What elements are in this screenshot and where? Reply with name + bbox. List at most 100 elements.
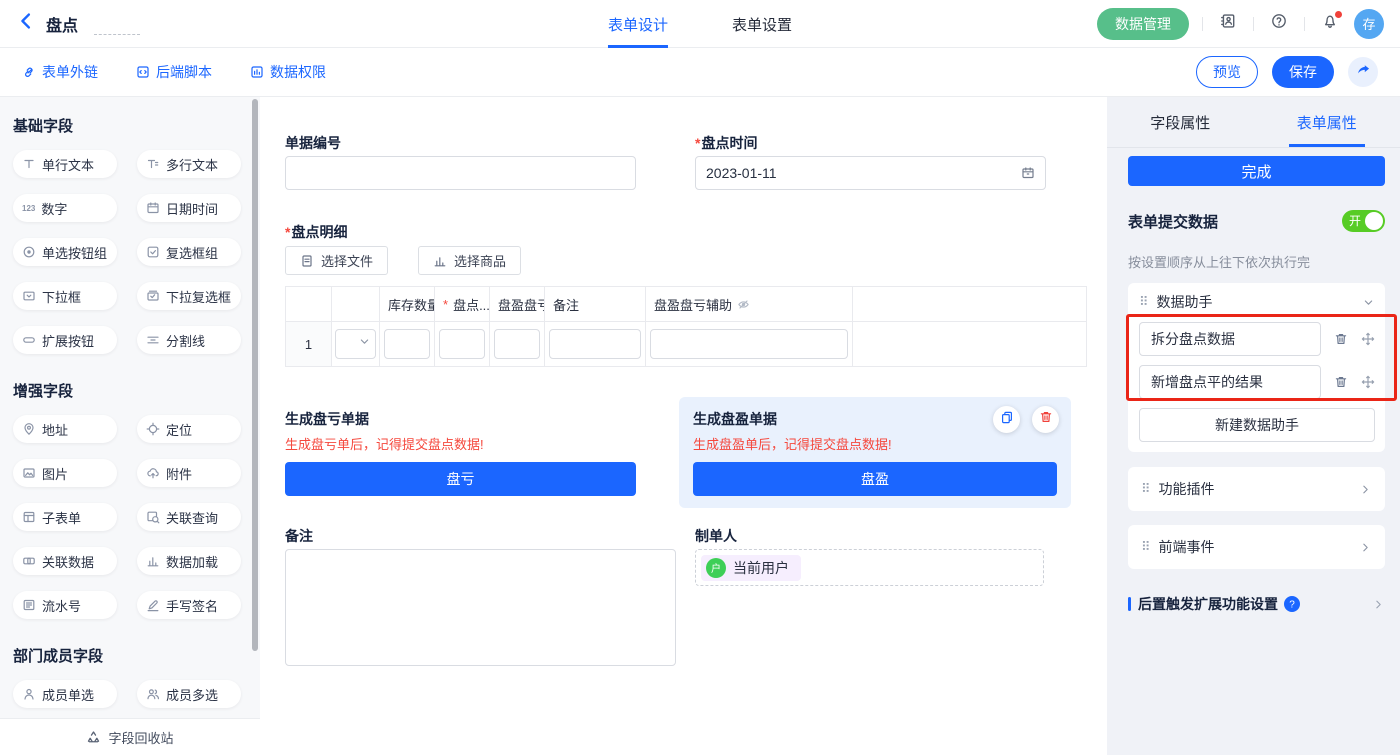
back-button[interactable] [16, 11, 36, 36]
table-header-cell [853, 287, 1087, 322]
header-tab[interactable]: 表单设置 [732, 0, 792, 48]
help-icon[interactable] [1267, 12, 1291, 36]
share-icon [1356, 62, 1371, 82]
chevron-down-icon[interactable] [1362, 296, 1375, 309]
field-creator[interactable]: 制单人 户 当前用户 [695, 526, 1044, 666]
post-trigger-settings[interactable]: 后置触发扩展功能设置 ? [1128, 594, 1385, 614]
sidebar-field-item[interactable]: 复选框组 [137, 238, 241, 266]
sidebar-field-item[interactable]: 单选按钮组 [13, 238, 117, 266]
frontend-event-card[interactable]: ⠿ 前端事件 [1128, 525, 1385, 569]
save-button[interactable]: 保存 [1272, 56, 1334, 88]
sidebar-field-item[interactable]: 下拉复选框 [137, 282, 241, 310]
move-icon[interactable] [1361, 332, 1375, 346]
properties-tab[interactable]: 字段属性 [1107, 97, 1254, 147]
form-description-placeholder[interactable] [94, 13, 140, 35]
submit-data-toggle[interactable]: 开 [1342, 210, 1385, 232]
table-header-cell: *盘点... [435, 287, 490, 322]
toolbar-link[interactable]: 数据权限 [250, 62, 326, 82]
question-circle-icon[interactable]: ? [1284, 596, 1300, 612]
properties-tab[interactable]: 表单属性 [1254, 97, 1400, 147]
multi-select-icon [146, 289, 160, 303]
done-button[interactable]: 完成 [1128, 156, 1385, 186]
row-cell-input[interactable] [494, 329, 540, 359]
drag-handle-icon[interactable]: ⠿ [1139, 294, 1148, 310]
toolbar-link[interactable]: 表单外链 [22, 62, 98, 82]
sidebar-field-item[interactable]: 单行文本 [13, 150, 117, 178]
sidebar-field-item[interactable]: 成员多选 [137, 680, 241, 708]
data-manage-button[interactable]: 数据管理 [1097, 8, 1189, 40]
app-root: 盘点 表单设计表单设置 数据管理 存 表单外链后端脚本数据权限 预览 保存 基础… [0, 0, 1400, 755]
trash-icon[interactable] [1334, 375, 1348, 389]
sidebar-field-item[interactable]: 成员单选 [13, 680, 117, 708]
sidebar-field-item[interactable]: 定位 [137, 415, 241, 443]
profit-hint-text: 生成盘盈单后，记得提交盘点数据! [693, 434, 1057, 453]
preview-button[interactable]: 预览 [1196, 56, 1258, 88]
toolbar-link[interactable]: 后端脚本 [136, 62, 212, 82]
row-cell-input[interactable] [384, 329, 430, 359]
script-icon [136, 65, 150, 79]
drag-handle-icon[interactable]: ⠿ [1141, 481, 1150, 497]
sidebar-field-item[interactable]: 数据加载 [137, 547, 241, 575]
form-title[interactable]: 盘点 [46, 12, 78, 36]
row-cell-input[interactable] [549, 329, 641, 359]
row-select-input[interactable] [335, 329, 376, 359]
data-helper-header[interactable]: ⠿ 数据助手 [1139, 291, 1375, 313]
check-time-input[interactable]: 2023-01-11 [695, 156, 1046, 190]
field-recycle-button[interactable]: 字段回收站 [0, 718, 260, 755]
field-doc-no[interactable]: 单据编号 [285, 133, 636, 190]
copy-field-button[interactable] [993, 406, 1020, 433]
field-remark[interactable]: 备注 [285, 526, 676, 666]
new-data-helper-button[interactable]: 新建数据助手 [1139, 408, 1375, 442]
field-item-label: 关联查询 [166, 508, 218, 527]
current-user-tag[interactable]: 户 当前用户 [701, 555, 801, 581]
sidebar-field-item[interactable]: 关联查询 [137, 503, 241, 531]
calendar-icon [1021, 166, 1035, 180]
doc-no-input[interactable] [285, 156, 636, 190]
sidebar-scrollbar[interactable] [252, 99, 258, 651]
share-button[interactable] [1348, 57, 1378, 87]
select-file-label: 选择文件 [321, 251, 373, 270]
field-item-label: 多行文本 [166, 155, 218, 174]
field-label: 备注 [285, 526, 676, 546]
notification-bell-icon[interactable] [1318, 12, 1342, 36]
select-goods-button[interactable]: 选择商品 [418, 246, 521, 275]
recycle-icon [86, 730, 101, 745]
sidebar-field-item[interactable]: 子表单 [13, 503, 117, 531]
sidebar-field-item[interactable]: 扩展按钮 [13, 326, 117, 354]
contact-book-icon[interactable] [1216, 12, 1240, 36]
plugin-card[interactable]: ⠿ 功能插件 [1128, 467, 1385, 511]
sidebar-section-title: 增强字段 [13, 380, 260, 401]
data-helper-item-name[interactable]: 拆分盘点数据 [1139, 322, 1321, 356]
creator-input[interactable]: 户 当前用户 [695, 549, 1044, 586]
field-profit-button-selected[interactable]: 生成盘盈单据 生成盘盈单后，记得提交盘点数据! 盘盈 [679, 397, 1071, 508]
sidebar-field-item[interactable]: 下拉框 [13, 282, 117, 310]
sidebar-field-item[interactable]: 图片 [13, 459, 117, 487]
sidebar-field-item[interactable]: 手写签名 [137, 591, 241, 619]
sidebar-field-item[interactable]: 分割线 [137, 326, 241, 354]
row-cell-input[interactable] [650, 329, 848, 359]
sidebar-field-item[interactable]: 关联数据 [13, 547, 117, 575]
row-cell-input[interactable] [439, 329, 485, 359]
sidebar-field-item[interactable]: 日期时间 [137, 194, 241, 222]
table-header-label: 库存数量 [388, 295, 435, 314]
field-loss-button[interactable]: 生成盘亏单据 生成盘亏单后，记得提交盘点数据! 盘亏 [285, 397, 636, 508]
data-helper-item-name[interactable]: 新增盘点平的结果 [1139, 365, 1321, 399]
drag-handle-icon[interactable]: ⠿ [1141, 539, 1150, 555]
trash-icon[interactable] [1334, 332, 1348, 346]
sidebar-field-item[interactable]: 123数字 [13, 194, 117, 222]
sidebar-field-item[interactable]: 流水号 [13, 591, 117, 619]
move-icon[interactable] [1361, 375, 1375, 389]
select-file-button[interactable]: 选择文件 [285, 246, 388, 275]
field-detail-subform[interactable]: 盘点明细 选择文件 选择商品 库存数量*盘点...盘盈盘亏备注盘盈盘亏辅助1 [285, 222, 1107, 367]
user-avatar[interactable]: 存 [1354, 9, 1384, 39]
loss-action-button[interactable]: 盘亏 [285, 462, 636, 496]
remark-textarea[interactable] [285, 549, 676, 666]
header-tab[interactable]: 表单设计 [608, 0, 668, 48]
delete-field-button[interactable] [1032, 406, 1059, 433]
field-check-time[interactable]: 盘点时间 2023-01-11 [695, 133, 1046, 190]
sidebar-field-item[interactable]: 附件 [137, 459, 241, 487]
table-header-cell: 备注 [545, 287, 646, 322]
sidebar-field-item[interactable]: 地址 [13, 415, 117, 443]
sidebar-field-item[interactable]: 多行文本 [137, 150, 241, 178]
profit-action-button[interactable]: 盘盈 [693, 462, 1057, 496]
